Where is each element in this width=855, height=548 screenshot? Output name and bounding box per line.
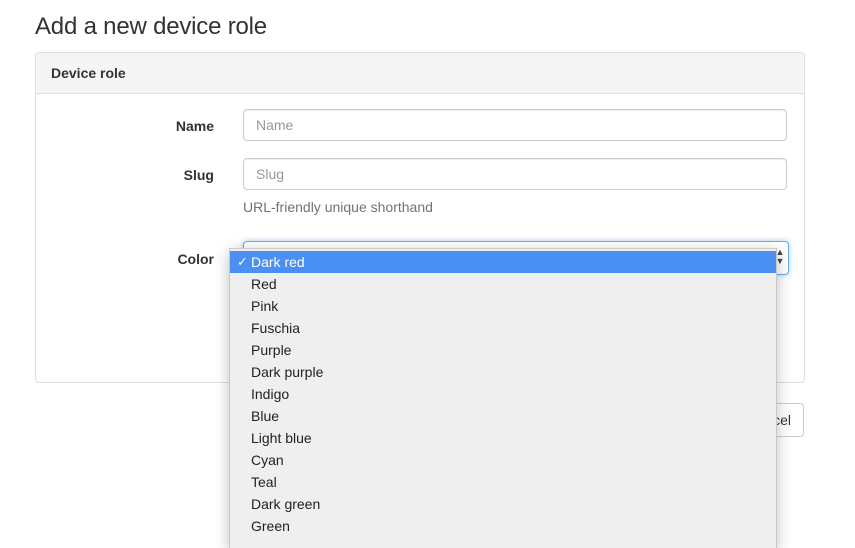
option-label: Light blue <box>251 430 312 446</box>
color-option-pink[interactable]: Pink <box>230 295 776 317</box>
option-label: Green <box>251 518 290 534</box>
slug-help-text: URL-friendly unique shorthand <box>243 199 433 215</box>
option-label: Indigo <box>251 386 290 402</box>
option-label: Cyan <box>251 452 284 468</box>
slug-label: Slug <box>183 167 214 183</box>
color-option-dark-purple[interactable]: Dark purple <box>230 361 776 383</box>
color-label: Color <box>177 251 214 267</box>
page-title: Add a new device role <box>35 13 267 40</box>
color-option-blue[interactable]: Blue <box>230 405 776 427</box>
option-label: Dark green <box>251 496 321 512</box>
option-label: Dark purple <box>251 364 324 380</box>
checkmark-icon: ✓ <box>237 254 248 269</box>
color-option-red[interactable]: Red <box>230 273 776 295</box>
color-option-dark-red[interactable]: ✓ Dark red <box>230 251 776 273</box>
option-label: Teal <box>251 474 277 490</box>
name-label: Name <box>175 118 214 134</box>
name-input[interactable] <box>243 109 787 141</box>
color-dropdown-list: ✓ Dark red Red Pink Fuschia Purple Dark … <box>229 248 777 548</box>
option-label: Purple <box>251 342 292 358</box>
option-label: Pink <box>251 298 279 314</box>
option-label: Dark red <box>251 254 305 270</box>
color-option-cyan[interactable]: Cyan <box>230 449 776 471</box>
color-option-teal[interactable]: Teal <box>230 471 776 493</box>
panel-heading: Device role <box>36 53 804 94</box>
color-option-light-blue[interactable]: Light blue <box>230 427 776 449</box>
color-option-indigo[interactable]: Indigo <box>230 383 776 405</box>
option-label: Red <box>251 276 277 292</box>
color-option-green[interactable]: Green <box>230 515 776 537</box>
color-option-purple[interactable]: Purple <box>230 339 776 361</box>
color-option-fuschia[interactable]: Fuschia <box>230 317 776 339</box>
slug-input[interactable] <box>243 158 787 190</box>
option-label: Fuschia <box>251 320 301 336</box>
option-label: Blue <box>251 408 280 424</box>
color-option-dark-green[interactable]: Dark green <box>230 493 776 515</box>
